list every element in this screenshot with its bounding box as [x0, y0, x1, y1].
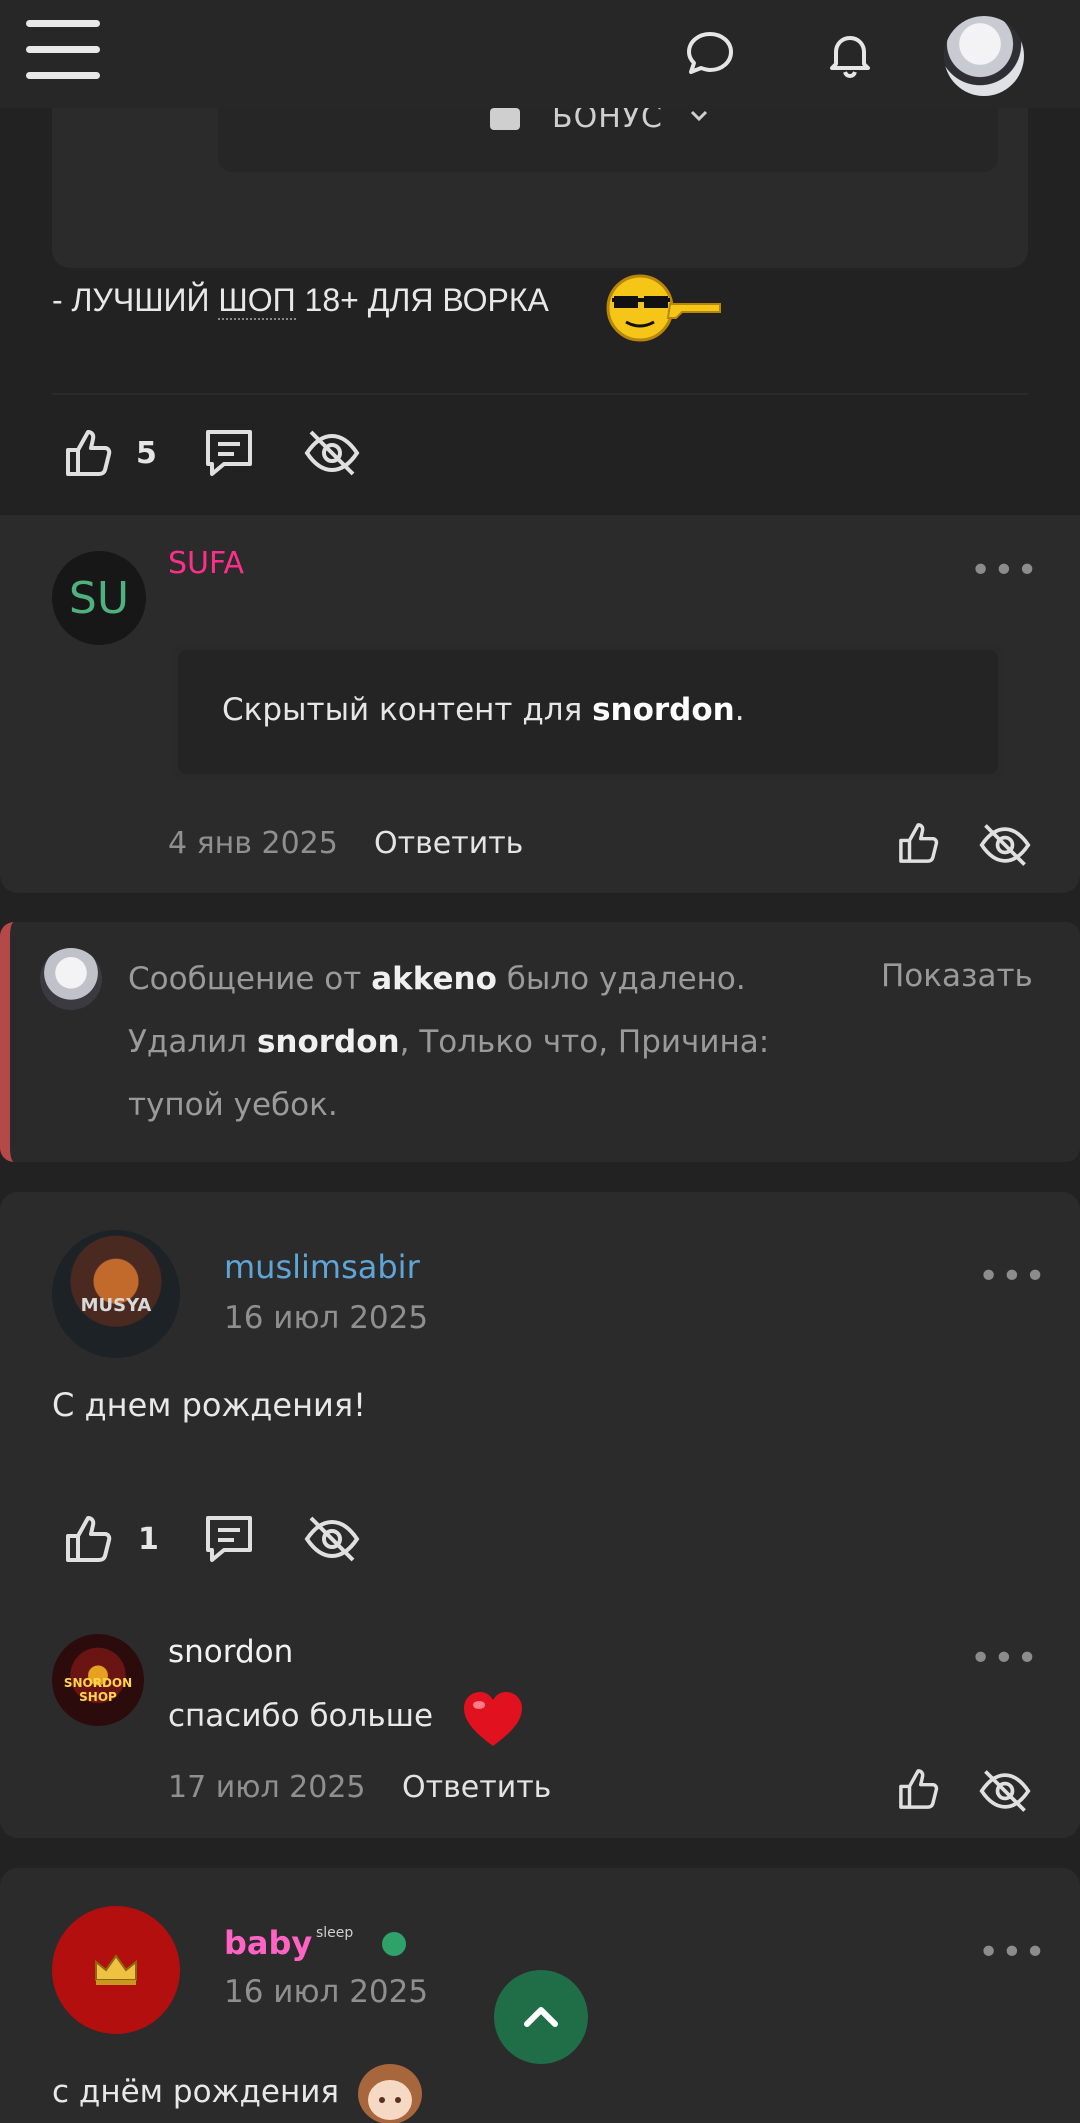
- post-text-part: - ЛУЧШИЙ: [52, 282, 219, 318]
- reply-date[interactable]: 17 июл 2025: [168, 1770, 366, 1805]
- post-date[interactable]: 16 июл 2025: [224, 1300, 428, 1336]
- avatar-text: SNORDON SHOP: [56, 1676, 140, 1704]
- reply-button[interactable]: Ответить: [402, 1770, 551, 1805]
- spoiler-icon: [490, 108, 520, 130]
- deleted-message-text: Сообщение от akkeno было удалено. Удалил…: [128, 948, 888, 1137]
- scroll-to-top-button[interactable]: [494, 1970, 588, 2064]
- avatar[interactable]: [40, 948, 102, 1010]
- anime-girl-emoji-icon: [358, 2064, 422, 2123]
- bell-icon[interactable]: [822, 26, 878, 82]
- hide-eye-icon[interactable]: [978, 1764, 1032, 1818]
- sleep-status-icon: sleep: [316, 1925, 354, 1941]
- comment-icon[interactable]: [200, 424, 258, 482]
- hidden-content-label: Скрытый контент для: [222, 692, 593, 728]
- deleted-label: было удалено.: [496, 961, 746, 997]
- deleted-reason: тупой уебок.: [128, 1087, 338, 1123]
- heart-emoji-icon: [464, 1692, 522, 1746]
- online-status-indicator: [382, 1932, 406, 1956]
- more-options-icon[interactable]: •••: [970, 1638, 1040, 1679]
- chevron-up-icon: [524, 2007, 558, 2027]
- post-text: с днём рождения: [52, 2074, 340, 2110]
- cool-smiley-emoji-icon: [606, 274, 721, 342]
- deleted-by-user[interactable]: snordon: [257, 1024, 400, 1060]
- deleted-user[interactable]: akkeno: [371, 961, 497, 997]
- post-author[interactable]: muslimsabir: [224, 1248, 420, 1286]
- more-options-icon[interactable]: •••: [978, 1256, 1048, 1297]
- more-options-icon[interactable]: •••: [978, 1932, 1048, 1973]
- deleted-label: , Только что, Причина:: [399, 1024, 770, 1060]
- hide-eye-icon[interactable]: [303, 424, 361, 482]
- post-text-part: 18+ ДЛЯ ВОРКА: [295, 282, 549, 318]
- avatar-text-line: SNORDON: [63, 1676, 133, 1690]
- reply-button[interactable]: Ответить: [374, 826, 523, 861]
- deleted-label: Сообщение от: [128, 961, 372, 997]
- chat-bubble-icon[interactable]: [682, 26, 738, 82]
- reply-author[interactable]: SUFA: [168, 546, 244, 581]
- post-author[interactable]: baby: [224, 1924, 312, 1962]
- avatar-text-line: SHOP: [79, 1690, 117, 1704]
- crown-icon: [95, 1954, 137, 1985]
- avatar[interactable]: [52, 1230, 180, 1358]
- post-text-link[interactable]: ШОП: [218, 282, 296, 320]
- top-header: [0, 0, 1080, 108]
- post-text: С днем рождения!: [52, 1386, 366, 1424]
- hidden-content-punct: .: [734, 692, 745, 728]
- like-icon[interactable]: [894, 1764, 944, 1814]
- comment-icon[interactable]: [200, 1510, 258, 1568]
- show-button[interactable]: Показать: [881, 958, 1033, 994]
- like-icon[interactable]: [60, 424, 118, 482]
- hide-eye-icon[interactable]: [303, 1510, 361, 1568]
- reply-date[interactable]: 4 янв 2025: [168, 826, 338, 861]
- like-icon[interactable]: [894, 818, 944, 868]
- like-count: 1: [138, 1522, 159, 1557]
- post-text: - ЛУЧШИЙ ШОП 18+ ДЛЯ ВОРКА: [52, 282, 549, 320]
- reply-author[interactable]: snordon: [168, 1634, 293, 1670]
- like-icon[interactable]: [60, 1510, 118, 1568]
- avatar[interactable]: SU: [52, 551, 146, 645]
- user-avatar[interactable]: [944, 16, 1024, 96]
- post-date[interactable]: 16 июл 2025: [224, 1974, 428, 2010]
- avatar-text: MUSYA: [80, 1295, 152, 1316]
- hidden-content-text: Скрытый контент для snordon.: [222, 692, 745, 728]
- hidden-content-user[interactable]: snordon: [592, 692, 735, 728]
- more-options-icon[interactable]: •••: [970, 550, 1040, 591]
- divider: [52, 393, 1028, 395]
- avatar-initials: SU: [68, 572, 130, 624]
- reply-text: спасибо больше: [168, 1698, 434, 1734]
- hide-eye-icon[interactable]: [978, 818, 1032, 872]
- like-count: 5: [136, 436, 157, 471]
- hamburger-menu-icon[interactable]: [26, 20, 100, 82]
- deleted-label: Удалил: [128, 1024, 257, 1060]
